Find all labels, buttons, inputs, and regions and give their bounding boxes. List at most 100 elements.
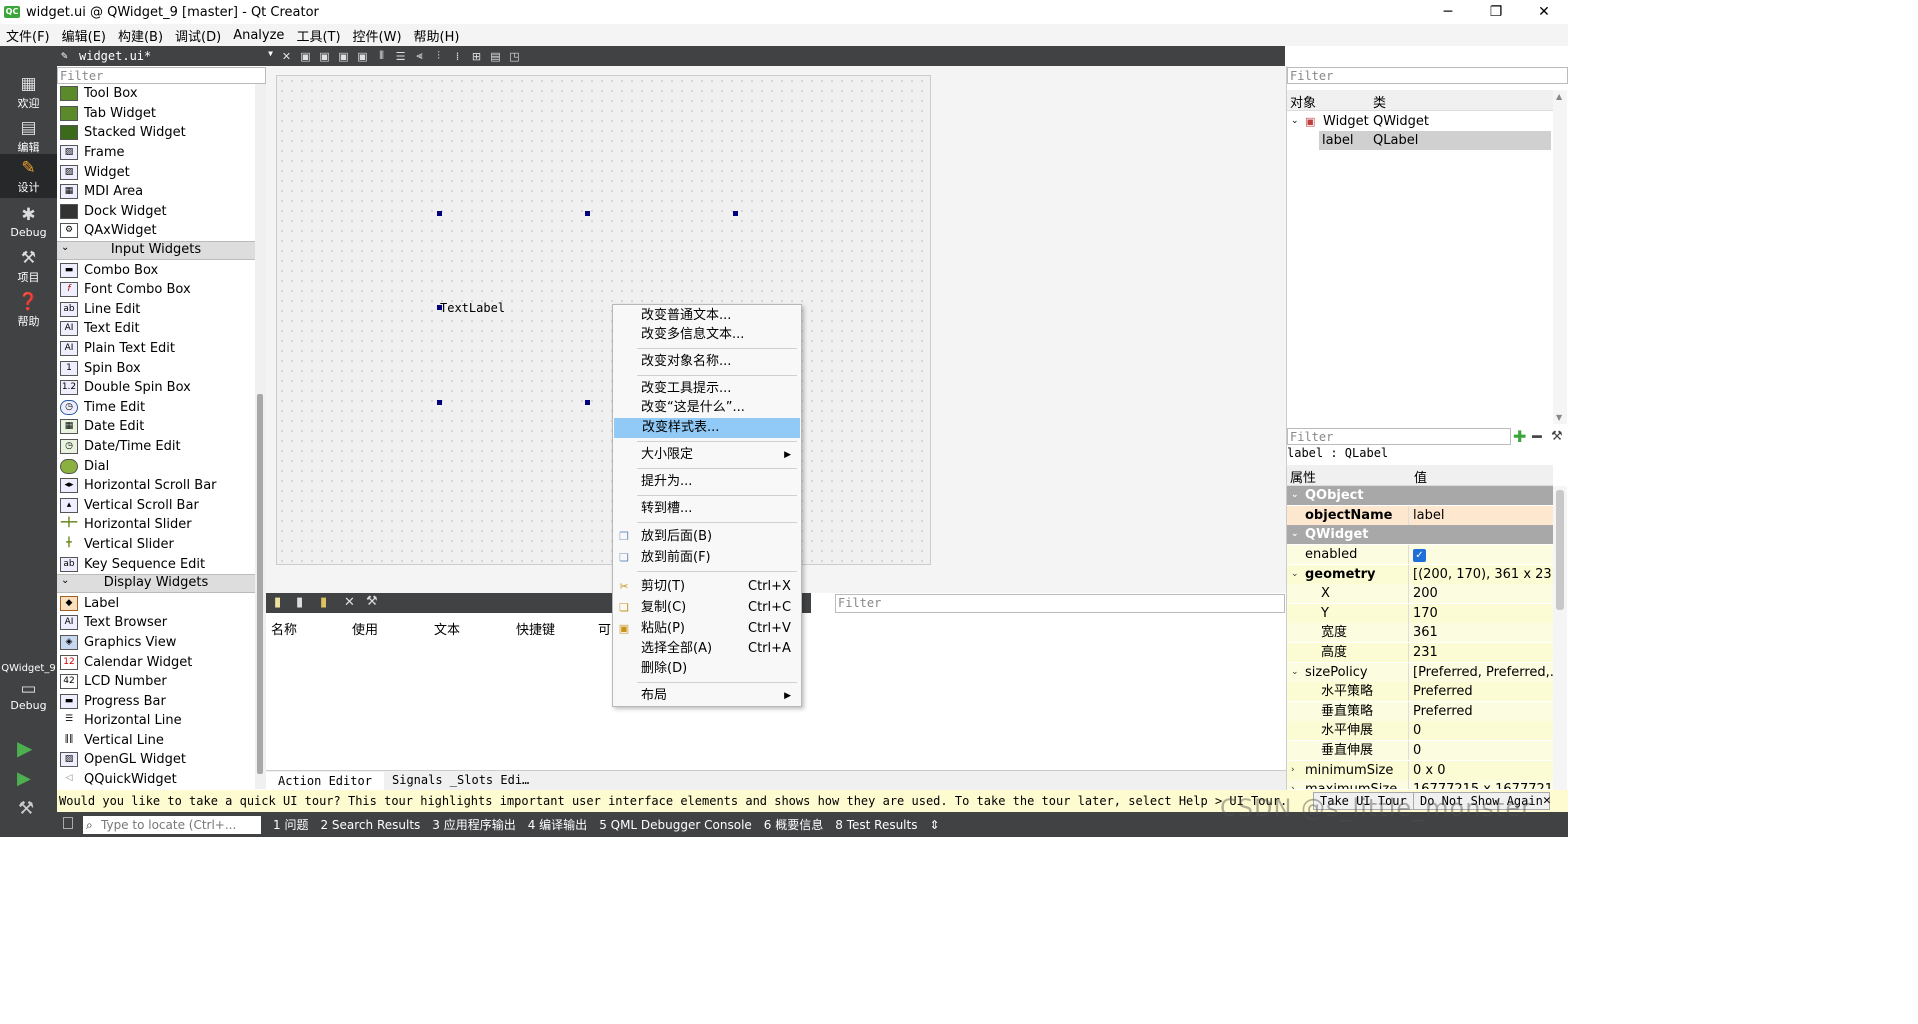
property-geometry-x[interactable]: X 200 <box>1287 584 1553 604</box>
column-shortcut[interactable]: 快捷键 <box>516 619 555 638</box>
widget-item-key-sequence-edit[interactable]: ab Key Sequence Edit <box>57 554 255 574</box>
add-dynamic-property-icon[interactable]: ✚ <box>1513 428 1526 445</box>
column-value[interactable]: 值 <box>1414 467 1427 486</box>
resize-handle[interactable] <box>585 211 590 216</box>
resize-handle[interactable] <box>733 211 738 216</box>
output-pane-general-messages[interactable]: 6 概要信息 <box>764 816 823 833</box>
output-pane-search-results[interactable]: 2 Search Results <box>320 818 420 832</box>
property-enabled[interactable]: enabled ✓ <box>1287 545 1553 565</box>
mode-design[interactable]: ✎ 设计 <box>0 154 57 198</box>
widget-item-date-edit[interactable]: ▦ Date Edit <box>57 417 255 437</box>
menu-analyze[interactable]: Analyze <box>227 28 290 43</box>
property-geometry-height[interactable]: 高度 231 <box>1287 643 1553 663</box>
run-icon[interactable]: ▶ <box>17 736 32 760</box>
edit-signals-icon[interactable]: ▣ <box>315 50 334 63</box>
property-geometry[interactable]: ⌄ geometry [(200, 170), 361 x 231] <box>1287 565 1553 585</box>
widget-item-widget[interactable]: ▨ Widget <box>57 162 255 182</box>
widget-item-datetime-edit[interactable]: ◷ Date/Time Edit <box>57 437 255 457</box>
menu-change-tooltip[interactable]: 改变工具提示... <box>613 379 801 399</box>
layout-grid-icon[interactable]: ⊞ <box>467 50 486 63</box>
property-filter-input[interactable]: Filter <box>1287 428 1511 445</box>
property-sizepolicy[interactable]: ⌄ sizePolicy [Preferred, Preferred,... <box>1287 663 1553 683</box>
menu-delete[interactable]: 删除(D) <box>613 659 801 679</box>
form-text-label[interactable]: TextLabel <box>440 301 505 315</box>
menu-select-all[interactable]: 选择全部(A) Ctrl+A <box>613 639 801 659</box>
widget-item-horizontal-slider[interactable]: ━╋━ Horizontal Slider <box>57 515 255 535</box>
menu-change-stylesheet[interactable]: 改变样式表... <box>614 418 800 438</box>
property-objectname[interactable]: objectName label <box>1287 506 1553 526</box>
scroll-up-icon[interactable]: ▲ <box>1556 92 1562 101</box>
layout-horizontal-icon[interactable]: ⫴ <box>372 49 391 63</box>
menu-change-object-name[interactable]: 改变对象名称... <box>613 352 801 372</box>
mode-welcome[interactable]: ▦ 欢迎 <box>0 70 57 114</box>
maximize-button[interactable]: ❐ <box>1472 0 1520 24</box>
widget-item-qaxwidget[interactable]: ⚙ QAxWidget <box>57 221 255 241</box>
tab-signals-slots-editor[interactable]: Signals _Slots Edi… <box>392 773 529 787</box>
property-horizontal-stretch[interactable]: 水平伸展 0 <box>1287 721 1553 741</box>
widget-box-filter-input[interactable]: Filter <box>57 67 266 84</box>
menu-bring-to-front[interactable]: ❏ 放到前面(F) <box>613 548 801 568</box>
widget-item-frame[interactable]: ▨ Frame <box>57 143 255 163</box>
toggle-sidebar-icon[interactable] <box>63 817 73 829</box>
property-minimumsize[interactable]: › minimumSize 0 x 0 <box>1287 761 1553 781</box>
object-filter-input[interactable]: Filter <box>1287 67 1568 84</box>
column-used[interactable]: 使用 <box>352 619 378 638</box>
minimize-button[interactable]: ─ <box>1424 0 1472 24</box>
property-vertical-policy[interactable]: 垂直策略 Preferred <box>1287 702 1553 722</box>
copy-action-icon[interactable]: ▮ <box>296 595 303 610</box>
widget-item-qquickwidget[interactable]: ◁ QQuickWidget <box>57 770 255 789</box>
output-pane-compile-output[interactable]: 4 编译输出 <box>528 816 587 833</box>
mode-projects[interactable]: ⚒ 项目 <box>0 244 57 288</box>
widget-item-font-combo-box[interactable]: f Font Combo Box <box>57 280 255 300</box>
menu-promote-to[interactable]: 提升为... <box>613 472 801 492</box>
scrollbar-thumb[interactable] <box>1556 490 1564 610</box>
menu-send-to-back[interactable]: ❐ 放到后面(B) <box>613 527 801 547</box>
resize-handle[interactable] <box>585 400 590 405</box>
property-group-qobject[interactable]: ⌄ QObject <box>1287 486 1553 506</box>
menu-change-whats-this[interactable]: 改变“这是什么”... <box>613 398 801 418</box>
widget-item-label[interactable]: ◆ Label <box>57 593 255 613</box>
widget-item-graphics-view[interactable]: ◈ Graphics View <box>57 633 255 653</box>
object-inspector-scrollbar[interactable]: ▲ ▼ <box>1553 90 1567 424</box>
resize-handle[interactable] <box>437 400 442 405</box>
menu-cut[interactable]: ✂ 剪切(T) Ctrl+X <box>613 577 801 597</box>
action-filter-input[interactable]: Filter <box>835 594 1285 613</box>
property-geometry-width[interactable]: 宽度 361 <box>1287 623 1553 643</box>
document-tab[interactable]: ✎ widget.ui* ▼ <box>57 49 277 63</box>
enabled-checkbox[interactable]: ✓ <box>1413 549 1426 562</box>
edit-buddies-icon[interactable]: ▣ <box>334 50 353 63</box>
locator-input[interactable]: ⌕ Type to locate (Ctrl+... <box>83 815 261 834</box>
debug-run-icon[interactable]: ▶ <box>17 768 31 789</box>
close-button[interactable]: ✕ <box>1520 0 1568 24</box>
column-property[interactable]: 属性 <box>1290 467 1316 486</box>
object-row-label[interactable]: label QLabel <box>1319 131 1551 150</box>
output-pane-issues[interactable]: 1 问题 <box>273 816 308 833</box>
widget-item-vertical-scroll-bar[interactable]: ▴ Vertical Scroll Bar <box>57 495 255 515</box>
menu-file[interactable]: 文件(F) <box>0 26 56 45</box>
splitter-vertical-icon[interactable]: ⫶ <box>429 49 448 63</box>
mode-edit[interactable]: ▤ 编辑 <box>0 114 57 158</box>
layout-vertical-icon[interactable]: ☰ <box>391 50 410 63</box>
property-maximumsize[interactable]: ›maximumSize16777215 x 16777215 <box>1287 780 1553 790</box>
widget-item-text-browser[interactable]: AI Text Browser <box>57 613 255 633</box>
form-canvas[interactable] <box>276 75 931 565</box>
mode-help[interactable]: ❓ 帮助 <box>0 288 57 332</box>
mode-debug[interactable]: ✱ Debug <box>0 201 57 245</box>
delete-action-icon[interactable]: ✕ <box>344 595 355 610</box>
menu-build[interactable]: 构建(B) <box>112 26 169 45</box>
column-text[interactable]: 文本 <box>434 619 460 638</box>
property-vertical-stretch[interactable]: 垂直伸展 0 <box>1287 741 1553 761</box>
widget-item-mdi-area[interactable]: ▦ MDI Area <box>57 182 255 202</box>
output-pane-test-results[interactable]: 8 Test Results <box>835 818 917 832</box>
scrollbar-thumb[interactable] <box>257 394 263 774</box>
column-checkable[interactable]: 可 <box>598 619 611 638</box>
output-pane-qml-debugger-console[interactable]: 5 QML Debugger Console <box>599 818 752 832</box>
menu-copy[interactable]: ❏ 复制(C) Ctrl+C <box>613 598 801 618</box>
adjust-size-icon[interactable]: ◳ <box>505 50 524 63</box>
menu-go-to-slot[interactable]: 转到槽... <box>613 499 801 519</box>
widget-item-spin-box[interactable]: 1 Spin Box <box>57 358 255 378</box>
edit-widgets-icon[interactable]: ▣ <box>296 50 315 63</box>
menu-change-rich-text[interactable]: 改变多信息文本... <box>613 325 801 345</box>
menu-widgets[interactable]: 控件(W) <box>347 26 408 45</box>
configure-action-icon[interactable]: ⚒ <box>366 594 378 609</box>
